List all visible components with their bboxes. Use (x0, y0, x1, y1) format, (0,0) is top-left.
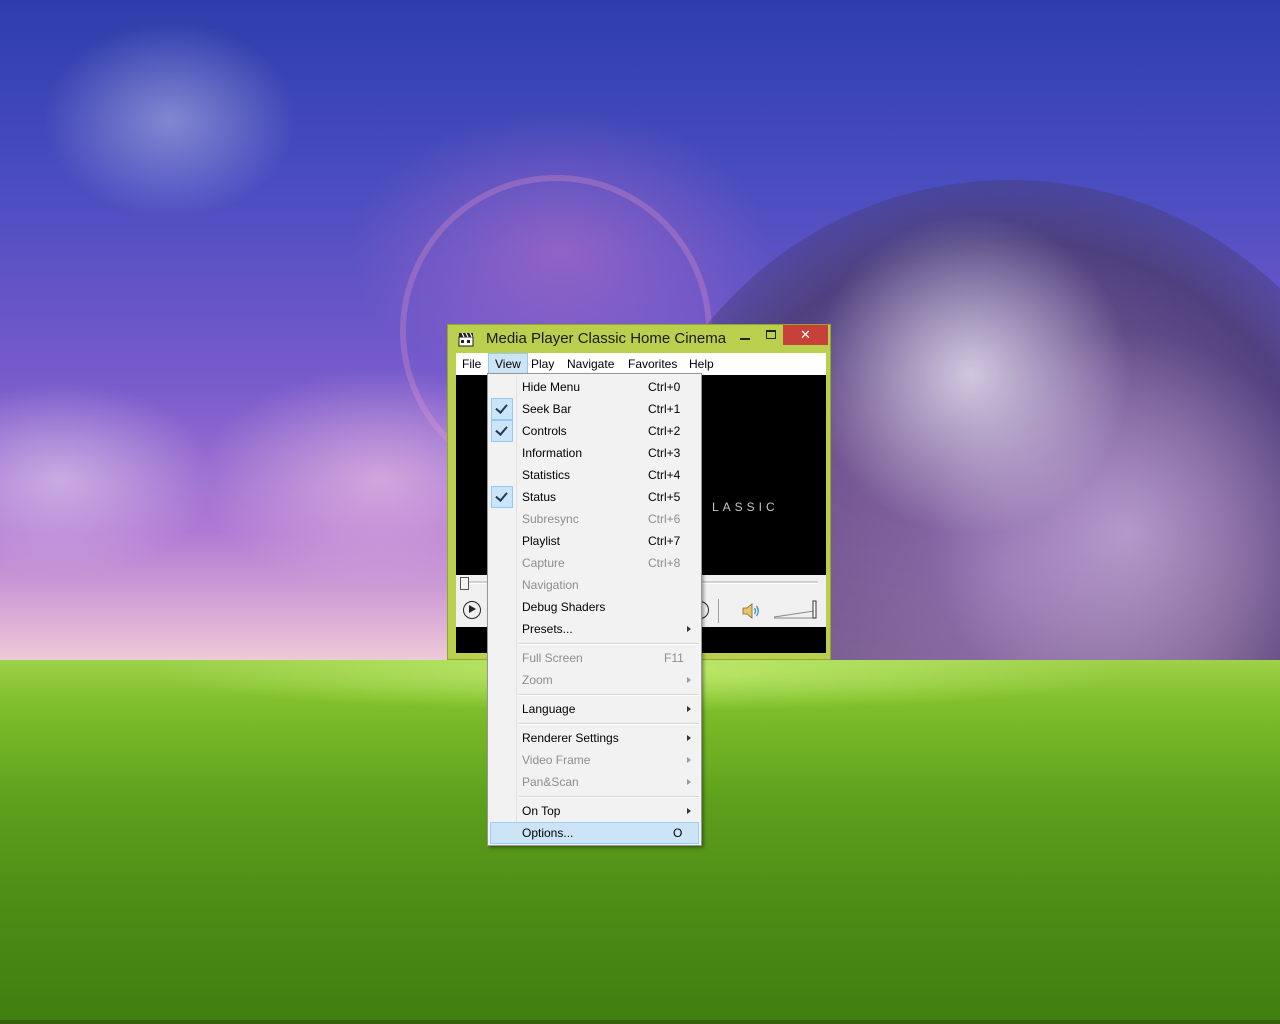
menu-bar: File View Play Navigate Favorites Help (456, 353, 826, 375)
submenu-arrow-icon (687, 757, 691, 763)
menu-item-label: On Top (522, 804, 561, 818)
menu-item-shortcut: Ctrl+1 (648, 402, 681, 416)
checkmark-icon (491, 420, 513, 442)
title-bar[interactable]: Media Player Classic Home Cinema ✕ (448, 325, 830, 353)
menu-item-shortcut: Ctrl+0 (648, 380, 681, 394)
menu-item-label: Seek Bar (522, 402, 572, 416)
menu-item-on-top[interactable]: On Top (490, 800, 699, 822)
menu-item-status[interactable]: Status Ctrl+5 (490, 486, 699, 508)
menu-navigate[interactable]: Navigate (561, 353, 620, 375)
menu-separator (519, 694, 699, 696)
menu-item-shortcut: F11 (664, 651, 684, 665)
menu-item-hide-menu[interactable]: Hide Menu Ctrl+0 (490, 376, 699, 398)
menu-item-presets[interactable]: Presets... (490, 618, 699, 640)
menu-item-shortcut: Ctrl+2 (648, 424, 681, 438)
menu-item-label: Video Frame (522, 753, 591, 767)
menu-separator (519, 643, 699, 645)
submenu-arrow-icon (687, 706, 691, 712)
menu-item-playlist[interactable]: Playlist Ctrl+7 (490, 530, 699, 552)
menu-item-shortcut: Ctrl+4 (648, 468, 681, 482)
menu-item-information[interactable]: Information Ctrl+3 (490, 442, 699, 464)
seek-thumb[interactable] (460, 577, 469, 590)
menu-item-pan-scan: Pan&Scan (490, 771, 699, 793)
menu-item-shortcut: O (673, 826, 683, 840)
menu-item-label: Language (522, 702, 576, 716)
menu-separator (519, 796, 699, 798)
menu-item-label: Presets... (522, 622, 573, 636)
view-dropdown-menu: Hide Menu Ctrl+0 Seek Bar Ctrl+1 Control… (487, 373, 702, 846)
checkmark-icon (491, 398, 513, 420)
menu-item-label: Renderer Settings (522, 731, 619, 745)
menu-item-label: Options... (522, 826, 574, 840)
checkmark-icon (491, 486, 513, 508)
menu-item-subresync: Subresync Ctrl+6 (490, 508, 699, 530)
menu-favorites[interactable]: Favorites (622, 353, 683, 375)
menu-separator (519, 723, 699, 725)
menu-item-debug-shaders[interactable]: Debug Shaders (490, 596, 699, 618)
menu-item-label: Statistics (522, 468, 571, 482)
maximize-button[interactable] (758, 325, 784, 345)
menu-item-label: Capture (522, 556, 565, 570)
menu-file[interactable]: File (456, 353, 487, 375)
menu-item-renderer-settings[interactable]: Renderer Settings (490, 727, 699, 749)
menu-item-label: Zoom (522, 673, 553, 687)
menu-item-seek-bar[interactable]: Seek Bar Ctrl+1 (490, 398, 699, 420)
submenu-arrow-icon (687, 626, 691, 632)
menu-item-shortcut: Ctrl+7 (648, 534, 681, 548)
logo-text: LASSIC (712, 500, 779, 514)
menu-help[interactable]: Help (683, 353, 720, 375)
menu-item-shortcut: Ctrl+8 (648, 556, 681, 570)
controls-divider (718, 599, 719, 623)
menu-item-label: Debug Shaders (522, 600, 606, 614)
menu-item-shortcut: Ctrl+6 (648, 512, 681, 526)
menu-item-language[interactable]: Language (490, 698, 699, 720)
menu-item-label: Pan&Scan (522, 775, 579, 789)
menu-item-label: Controls (522, 424, 567, 438)
volume-slider[interactable] (773, 599, 820, 621)
taskbar-edge (0, 1020, 1280, 1024)
menu-item-capture: Capture Ctrl+8 (490, 552, 699, 574)
menu-item-label: Subresync (522, 512, 579, 526)
close-button[interactable]: ✕ (783, 325, 828, 345)
menu-item-navigation: Navigation (490, 574, 699, 596)
menu-item-zoom: Zoom (490, 669, 699, 691)
menu-item-label: Navigation (522, 578, 579, 592)
submenu-arrow-icon (687, 677, 691, 683)
submenu-arrow-icon (687, 808, 691, 814)
play-icon[interactable] (463, 601, 481, 619)
menu-play[interactable]: Play (525, 353, 560, 375)
menu-item-shortcut: Ctrl+5 (648, 490, 681, 504)
menu-item-label: Status (522, 490, 557, 504)
menu-item-options[interactable]: Options... O (490, 822, 699, 844)
menu-item-shortcut: Ctrl+3 (648, 446, 681, 460)
window-title: Media Player Classic Home Cinema (486, 330, 727, 347)
menu-item-label: Hide Menu (522, 380, 581, 394)
menu-item-label: Playlist (522, 534, 561, 548)
menu-item-controls[interactable]: Controls Ctrl+2 (490, 420, 699, 442)
menu-item-video-frame: Video Frame (490, 749, 699, 771)
menu-item-label: Information (522, 446, 583, 460)
clapperboard-icon (458, 332, 474, 347)
menu-item-full-screen: Full Screen F11 (490, 647, 699, 669)
submenu-arrow-icon (687, 735, 691, 741)
menu-item-statistics[interactable]: Statistics Ctrl+4 (490, 464, 699, 486)
speaker-icon[interactable] (742, 603, 762, 619)
menu-view[interactable]: View (488, 353, 528, 375)
close-icon: ✕ (800, 327, 811, 342)
submenu-arrow-icon (687, 779, 691, 785)
minimize-button[interactable] (732, 325, 758, 345)
menu-item-label: Full Screen (522, 651, 583, 665)
